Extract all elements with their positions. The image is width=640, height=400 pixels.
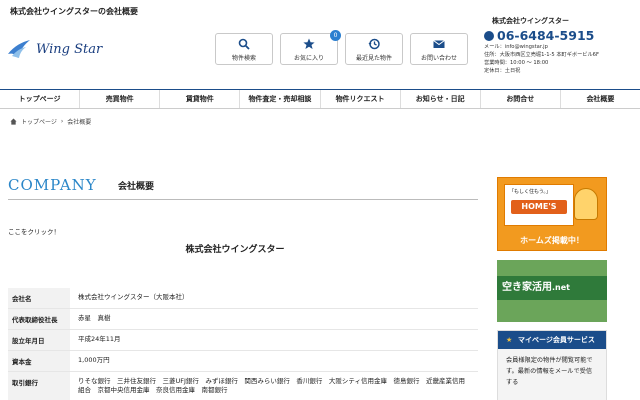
quick-contact-button[interactable]: お問い合わせ: [410, 33, 468, 65]
history-icon: [368, 38, 380, 50]
header-holidays: 定休日：土日祝: [484, 68, 521, 74]
favorites-count-badge: 0: [330, 30, 341, 41]
nav-item-top[interactable]: トップページ: [0, 90, 81, 108]
table-header-cell: 設立年月日: [8, 330, 70, 350]
quick-history-label: 最近見た物件: [355, 55, 392, 62]
breadcrumb-current: 会社概要: [67, 119, 92, 126]
akiya-text: 空き家活用: [502, 282, 552, 293]
table-row: 取引銀行 りそな銀行 三井住友銀行 三菱UFJ銀行 みずほ銀行 関西みらい銀行 …: [8, 372, 478, 400]
table-value-cell: りそな銀行 三井住友銀行 三菱UFJ銀行 みずほ銀行 関西みらい銀行 香川銀行 …: [78, 377, 466, 394]
logo-text: Wing Star: [36, 42, 103, 57]
wing-logo-icon: [8, 40, 30, 58]
breadcrumb-home[interactable]: トップページ: [21, 117, 57, 126]
table-header-cell: 会社名: [8, 288, 70, 308]
heading-en: COMPANY: [8, 176, 97, 194]
main-nav: トップページ 売買物件 賃貸物件 物件査定・売却相談 物件リクエスト お知らせ・…: [0, 89, 640, 109]
table-header-cell: 取引銀行: [8, 372, 70, 400]
header-phone[interactable]: 06-6484-5915: [484, 28, 634, 43]
akiya-suffix: .net: [552, 283, 570, 292]
page-top-title: 株式会社ウイングスターの会社概要: [10, 7, 138, 16]
table-row: 代表取締役社長 赤星 真樹: [8, 309, 478, 330]
nav-item-company[interactable]: 会社概要: [561, 90, 640, 108]
nav-item-contact[interactable]: お問合せ: [481, 90, 561, 108]
header-address: 住所：大阪市西区立売堀1-1-5 本町ギボービル6F: [484, 52, 599, 58]
quick-history-button[interactable]: 最近見た物件: [345, 33, 403, 65]
site-logo[interactable]: Wing Star: [6, 34, 116, 62]
nav-item-request[interactable]: 物件リクエスト: [321, 90, 401, 108]
akiya-title: 空き家活用.net: [502, 278, 570, 293]
company-table: 会社名 株式会社ウイングスター（大阪本社） 代表取締役社長 赤星 真樹 設立年月…: [8, 288, 478, 400]
table-row: 設立年月日 平成24年11月: [8, 330, 478, 351]
homes-caption: ホームズ掲載中！: [520, 236, 584, 245]
akiya-banner[interactable]: 空き家活用.net: [497, 260, 607, 322]
table-value-cell: 株式会社ウイングスター（大阪本社）: [78, 293, 189, 301]
nav-item-sale[interactable]: 売買物件: [80, 90, 161, 108]
star-icon: [303, 38, 315, 49]
click-here-link[interactable]: ここをクリック！: [8, 226, 60, 236]
homes-logo: HOME'S: [511, 200, 567, 214]
breadcrumb-separator: ›: [60, 118, 64, 125]
mypage-panel: マイページ会員サービス 会員様限定の物件が閲覧可能です。最新の情報をメールで受信…: [497, 330, 607, 400]
home-icon: [10, 118, 17, 125]
quick-search-button[interactable]: 物件検索: [215, 33, 273, 65]
nav-item-news[interactable]: お知らせ・日記: [401, 90, 481, 108]
header-company-info: 株式会社ウイングスター 06-6484-5915 メール：info@wingst…: [484, 16, 634, 75]
header-company-name: 株式会社ウイングスター: [492, 17, 569, 25]
mascot-image: [574, 188, 598, 220]
table-header-cell: 代表取締役社長: [8, 309, 70, 329]
table-header-cell: 資本金: [8, 351, 70, 371]
homes-logo-box: 「もしく住もう。」 HOME'S: [504, 184, 574, 226]
table-row: 資本金 1,000万円: [8, 351, 478, 372]
table-value-cell: 赤星 真樹: [78, 314, 111, 322]
quick-favorites-label: お気に入り: [293, 55, 324, 62]
nav-item-assessment[interactable]: 物件査定・売却相談: [240, 90, 321, 108]
quick-favorites-button[interactable]: お気に入り 0: [280, 30, 341, 65]
company-name-title: 株式会社ウイングスター: [185, 245, 285, 255]
quick-contact-label: お問い合わせ: [420, 55, 457, 62]
phone-icon: [484, 30, 494, 41]
table-row: 会社名 株式会社ウイングスター（大阪本社）: [8, 288, 478, 309]
nav-item-rent[interactable]: 賃貸物件: [160, 90, 241, 108]
mypage-title[interactable]: マイページ会員サービス: [498, 331, 606, 349]
table-value-cell: 平成24年11月: [78, 335, 121, 343]
mypage-text: 会員様限定の物件が閲覧可能です。最新の情報をメールで受信する: [506, 357, 593, 386]
quick-search-label: 物件検索: [231, 55, 256, 62]
mail-icon: [433, 40, 445, 48]
page-heading: COMPANY 会社概要: [8, 174, 478, 200]
header-hours: 営業時間：10:00 ～ 18:00: [484, 60, 549, 66]
table-value-cell: 1,000万円: [78, 356, 110, 364]
phone-number: 06-6484-5915: [497, 28, 595, 43]
heading-jp: 会社概要: [118, 182, 155, 192]
search-icon: [238, 38, 250, 50]
breadcrumb: トップページ › 会社概要: [10, 117, 91, 126]
homes-tagline: 「もしく住もう。」: [509, 189, 552, 195]
homes-banner[interactable]: 「もしく住もう。」 HOME'S ホームズ掲載中！: [497, 177, 607, 251]
header-email: メール：info@wingstar.jp: [484, 44, 548, 50]
